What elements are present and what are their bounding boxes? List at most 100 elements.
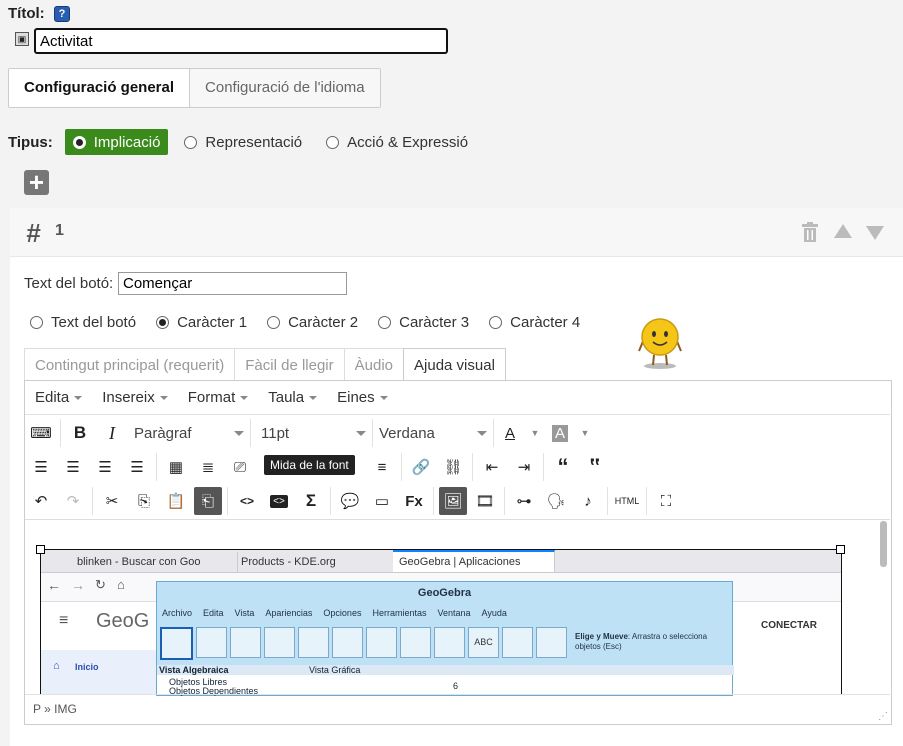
code-sample-icon[interactable]: <> <box>265 487 293 515</box>
menu-insereix[interactable]: Insereix <box>92 389 178 406</box>
tool-hint: Elige y Mueve: Arrastra o selecciona obj… <box>575 632 708 651</box>
paint-icon[interactable]: ⎚ <box>226 453 254 481</box>
html-icon[interactable]: HTML <box>613 487 641 515</box>
move-down-icon[interactable] <box>866 226 884 240</box>
sigma-icon[interactable]: Σ <box>297 487 325 515</box>
item-number: 1 <box>55 222 64 239</box>
background-color-icon[interactable]: A <box>546 419 574 447</box>
quote-icon[interactable]: ‟ <box>581 453 609 481</box>
editor-statusbar: P » IMG <box>25 694 890 722</box>
resize-handle[interactable] <box>36 545 45 554</box>
tab-language-config[interactable]: Configuració de l'idioma <box>190 69 380 107</box>
hamburger-icon: ≡ <box>59 612 69 629</box>
resize-handle[interactable] <box>836 545 845 554</box>
menu-eines[interactable]: Eines <box>327 389 398 406</box>
toolbar-row-2: ☰ ☰ ☰ ☰ ▦ ≣ ⎚ ≡ 🔗 ⛓ ⇤ ⇥ “ ‟ <box>25 450 890 484</box>
indent-icon[interactable]: ⇥ <box>510 453 538 481</box>
add-item-button[interactable]: + <box>24 169 49 195</box>
geogebra-window: GeoGebra Archivo Edita Vista Apariencias Opc… <box>156 581 734 696</box>
move-up-icon[interactable] <box>834 224 852 238</box>
comment-icon[interactable]: 💬 <box>336 487 364 515</box>
media-icon[interactable]: 🎞 <box>471 487 499 515</box>
embedded-screenshot-image[interactable]: blinken - Buscar con Goo Products - KDE.… <box>40 549 842 696</box>
image-insert-icon[interactable]: 🖼 <box>439 487 467 515</box>
blockquote-icon[interactable]: “ <box>549 453 577 481</box>
forward-icon: → <box>71 577 85 593</box>
copy-icon[interactable]: ⎘ <box>130 487 158 515</box>
menu-format[interactable]: Format <box>178 389 259 406</box>
paste-text-icon[interactable]: ⎗ <box>194 487 222 515</box>
list-icon[interactable]: ≣ <box>194 453 222 481</box>
align-center-icon[interactable]: ☰ <box>59 453 87 481</box>
music-icon[interactable]: ♪ <box>574 487 602 515</box>
text-tool-icon: ABC <box>468 627 499 658</box>
table-icon[interactable]: ▦ <box>162 453 190 481</box>
character-radio-4[interactable]: Caràcter 4 <box>481 309 588 335</box>
radio-dot-icon <box>267 315 281 329</box>
button-text-input[interactable] <box>118 272 347 295</box>
radio-dot-icon <box>184 135 198 149</box>
back-icon: ← <box>47 577 61 593</box>
mindmap-icon[interactable]: ⊶ <box>510 487 538 515</box>
formula-icon[interactable]: Fx <box>400 487 428 515</box>
tab-audio[interactable]: Àudio <box>343 348 405 381</box>
circle-tool-icon <box>332 627 363 658</box>
point-tool-icon <box>196 627 227 658</box>
tab-general-config[interactable]: Configuració general <box>9 69 191 107</box>
title-input[interactable] <box>34 28 448 54</box>
hash-icon: # <box>26 218 41 248</box>
window-icon[interactable]: ▭ <box>368 487 396 515</box>
font-family-select[interactable]: Verdana <box>373 419 494 447</box>
character-radio-2[interactable]: Caràcter 2 <box>259 309 366 335</box>
tab-visual-help[interactable]: Ajuda visual <box>403 348 506 381</box>
align-left-icon[interactable]: ☰ <box>27 453 55 481</box>
tipus-radio-accio[interactable]: Acció & Expressió <box>318 129 476 155</box>
chevron-down-icon[interactable]: ▼ <box>578 419 592 447</box>
geogebra-menubar: Archivo Edita Vista Apariencias Opciones Herr… <box>162 608 507 618</box>
unlink-icon[interactable]: ⛓ <box>439 453 467 481</box>
content-scrollbar[interactable] <box>880 521 887 567</box>
angle-tool-icon <box>400 627 431 658</box>
resize-grip-icon[interactable]: ⋰ <box>878 711 888 722</box>
outdent-icon[interactable]: ⇤ <box>478 453 506 481</box>
align-right-icon[interactable]: ☰ <box>91 453 119 481</box>
browser-tab: blinken - Buscar con Goo <box>71 552 238 572</box>
link-icon[interactable]: 🔗 <box>407 453 435 481</box>
cut-icon[interactable]: ✂ <box>98 487 126 515</box>
italic-icon[interactable]: I <box>98 419 126 447</box>
undo-icon[interactable]: ↶ <box>27 487 55 515</box>
character-radio-3[interactable]: Caràcter 3 <box>370 309 477 335</box>
code-icon[interactable]: <> <box>233 487 261 515</box>
text-color-icon[interactable]: A <box>496 419 524 447</box>
keyboard-icon[interactable]: ⌨ <box>27 419 55 447</box>
move-view-icon <box>536 627 567 658</box>
character-radio-text[interactable]: Text del botó <box>22 309 144 335</box>
menu-edita[interactable]: Edita <box>25 389 92 406</box>
paste-icon[interactable]: 📋 <box>162 487 190 515</box>
image-icon[interactable]: ▣ <box>15 32 29 46</box>
tab-main-content[interactable]: Contingut principal (requerit) <box>24 348 236 381</box>
tipus-radio-implicacio[interactable]: Implicació <box>64 129 169 155</box>
bold-icon[interactable]: B <box>66 419 94 447</box>
fullscreen-icon[interactable]: ⛶ <box>652 487 680 515</box>
speech-icon[interactable]: 🗣 <box>542 487 570 515</box>
line-tool-icon <box>230 627 261 658</box>
redo-icon[interactable]: ↷ <box>59 487 87 515</box>
radio-dot-icon <box>378 315 392 329</box>
menu-taula[interactable]: Taula <box>258 389 327 406</box>
tab-easy-read[interactable]: Fàcil de llegir <box>234 348 345 381</box>
character-radio-1[interactable]: Caràcter 1 <box>148 309 255 335</box>
tipus-radio-representacio[interactable]: Representació <box>176 129 310 155</box>
browser-tab: GeoGebra | Aplicaciones <box>393 550 555 572</box>
algebra-view-header: Vista Algebraica <box>157 665 307 675</box>
font-size-select[interactable]: 11pt <box>255 419 373 447</box>
align-justify-icon[interactable]: ☰ <box>123 453 151 481</box>
perpendicular-tool-icon <box>264 627 295 658</box>
connect-label: CONECTAR <box>761 620 817 631</box>
block-format-select[interactable]: Paràgraf <box>128 419 251 447</box>
help-icon[interactable]: ? <box>54 6 70 22</box>
line-height-icon[interactable]: ≡ <box>368 453 396 481</box>
trash-icon[interactable] <box>801 222 819 242</box>
chevron-down-icon[interactable]: ▼ <box>528 419 542 447</box>
font-size-tooltip: Mida de la font <box>264 455 355 475</box>
